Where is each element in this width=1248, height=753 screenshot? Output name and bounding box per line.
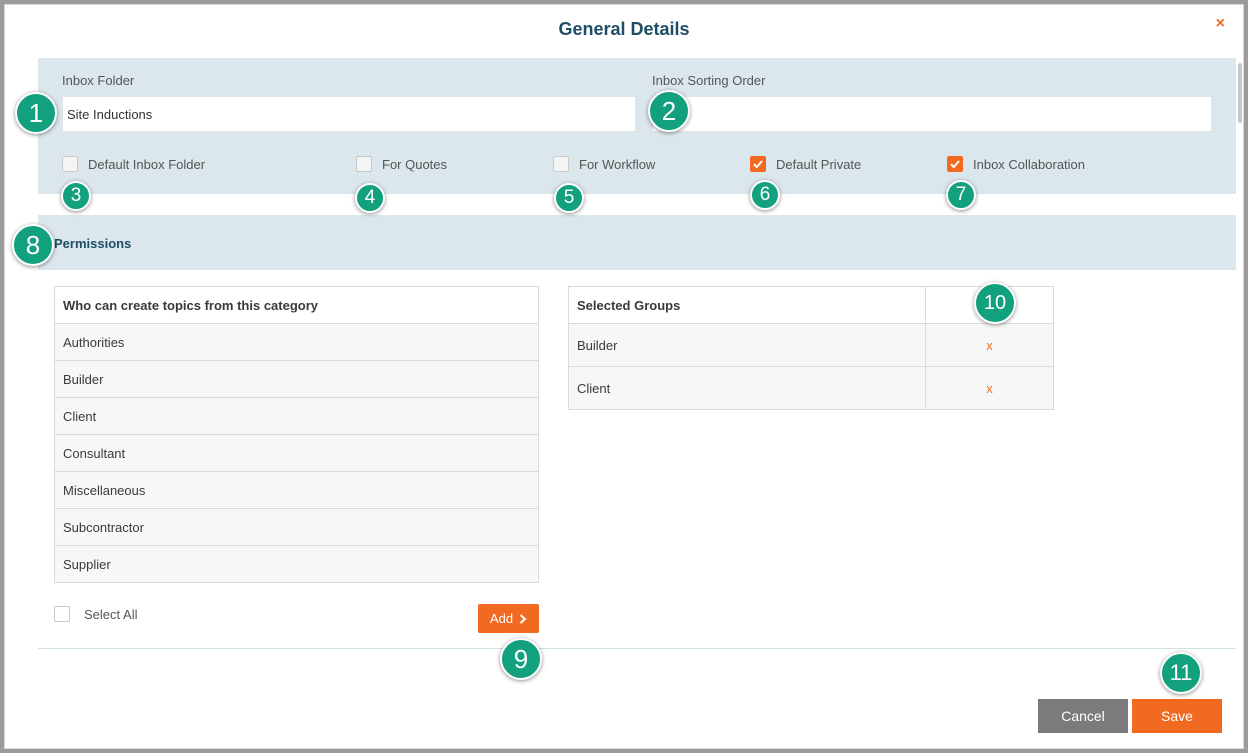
table-row[interactable]: Consultant xyxy=(54,434,539,472)
table-row: Client x xyxy=(568,366,1054,410)
group-cell[interactable]: Authorities xyxy=(54,323,539,361)
cancel-button[interactable]: Cancel xyxy=(1038,699,1128,733)
permissions-section-header: Permissions xyxy=(38,215,1236,270)
available-groups-header: Who can create topics from this category xyxy=(54,286,539,324)
default-inbox-folder-checkbox[interactable]: Default Inbox Folder xyxy=(62,156,205,172)
callout-badge: 4 xyxy=(355,183,385,213)
checkbox-unchecked-icon[interactable] xyxy=(356,156,372,172)
available-groups-table: Who can create topics from this category… xyxy=(54,286,539,583)
scrollbar[interactable] xyxy=(1237,43,1243,143)
table-row[interactable]: Supplier xyxy=(54,545,539,583)
inbox-folder-input[interactable] xyxy=(62,96,636,132)
for-quotes-checkbox[interactable]: For Quotes xyxy=(356,156,447,172)
callout-badge: 9 xyxy=(500,638,542,680)
permissions-title: Permissions xyxy=(54,236,132,251)
remove-group-button[interactable]: x xyxy=(925,366,1054,410)
select-all-label: Select All xyxy=(84,606,138,622)
callout-badge: 11 xyxy=(1160,652,1202,694)
table-row[interactable]: Client xyxy=(54,397,539,435)
dialog-title: General Details xyxy=(558,19,690,39)
for-workflow-checkbox[interactable]: For Workflow xyxy=(553,156,655,172)
default-private-checkbox[interactable]: Default Private xyxy=(750,156,861,172)
group-cell[interactable]: Builder xyxy=(54,360,539,398)
group-cell[interactable]: Miscellaneous xyxy=(54,471,539,509)
callout-badge: 5 xyxy=(554,183,584,213)
details-panel: Inbox Folder Inbox Sorting Order Default… xyxy=(38,58,1236,194)
inbox-sorting-order-label: Inbox Sorting Order xyxy=(652,73,766,88)
table-row[interactable]: Subcontractor xyxy=(54,508,539,546)
table-row[interactable]: Authorities xyxy=(54,323,539,361)
inbox-folder-label: Inbox Folder xyxy=(62,73,135,88)
selected-group-cell: Builder xyxy=(568,323,926,367)
table-header-row: Who can create topics from this category xyxy=(54,286,539,324)
callout-badge: 6 xyxy=(750,180,780,210)
selected-groups-header: Selected Groups xyxy=(568,286,926,324)
select-all-checkbox[interactable]: Select All xyxy=(54,606,137,622)
save-button[interactable]: Save xyxy=(1132,699,1222,733)
chevron-right-icon xyxy=(519,613,527,624)
callout-badge: 8 xyxy=(12,224,54,266)
checkbox-checked-icon[interactable] xyxy=(750,156,766,172)
table-row[interactable]: Miscellaneous xyxy=(54,471,539,509)
add-button[interactable]: Add xyxy=(478,604,539,633)
inbox-sorting-order-input[interactable] xyxy=(652,96,1212,132)
selected-group-cell: Client xyxy=(568,366,926,410)
add-label: Add xyxy=(489,611,514,626)
checkbox-unchecked-icon[interactable] xyxy=(553,156,569,172)
checkbox-label: For Quotes xyxy=(382,156,448,172)
callout-badge: 3 xyxy=(61,181,91,211)
group-cell[interactable]: Client xyxy=(54,397,539,435)
checkbox-label: For Workflow xyxy=(579,156,656,172)
group-cell[interactable]: Consultant xyxy=(54,434,539,472)
callout-badge: 7 xyxy=(946,180,976,210)
callout-badge: 1 xyxy=(15,92,57,134)
checkbox-checked-icon[interactable] xyxy=(947,156,963,172)
close-icon[interactable]: × xyxy=(1216,15,1225,33)
callout-badge: 10 xyxy=(974,282,1016,324)
scrollbar-thumb[interactable] xyxy=(1238,63,1242,123)
checkbox-unchecked-icon[interactable] xyxy=(54,606,70,622)
table-row: Builder x xyxy=(568,323,1054,367)
group-cell[interactable]: Supplier xyxy=(54,545,539,583)
checkbox-label: Default Inbox Folder xyxy=(88,156,206,172)
table-row[interactable]: Builder xyxy=(54,360,539,398)
footer-divider xyxy=(38,648,1236,649)
checkbox-unchecked-icon[interactable] xyxy=(62,156,78,172)
remove-group-button[interactable]: x xyxy=(925,323,1054,367)
inbox-collaboration-checkbox[interactable]: Inbox Collaboration xyxy=(947,156,1085,172)
checkbox-label: Inbox Collaboration xyxy=(973,156,1086,172)
checkbox-label: Default Private xyxy=(776,156,862,172)
callout-badge: 2 xyxy=(648,90,690,132)
group-cell[interactable]: Subcontractor xyxy=(54,508,539,546)
